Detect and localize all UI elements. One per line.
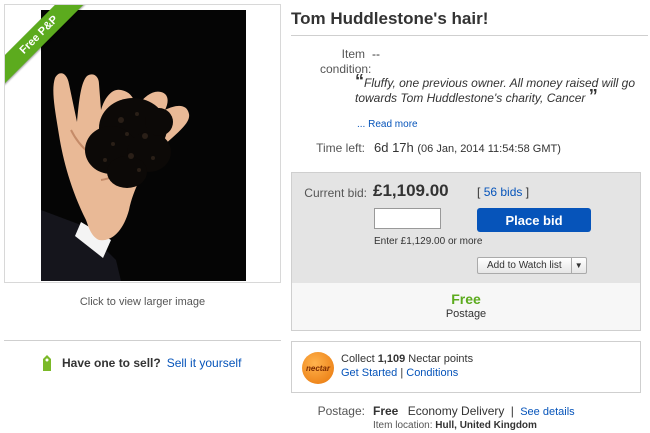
free-pp-badge: Free P&P bbox=[5, 5, 89, 85]
click-to-view-larger[interactable]: Click to view larger image bbox=[4, 296, 281, 308]
watch-list-label[interactable]: Add to Watch list bbox=[478, 258, 572, 273]
condition-value: -- bbox=[372, 47, 380, 61]
nectar-collect-prefix: Collect bbox=[341, 353, 375, 365]
current-bid-price: £1,109.00 bbox=[373, 181, 449, 200]
nectar-panel: nectar Collect 1,109 Nectar points Get S… bbox=[291, 341, 641, 393]
item-location: Item location: Hull, United Kingdom bbox=[373, 420, 537, 431]
nectar-collect-text: Collect 1,109 Nectar points bbox=[341, 353, 473, 365]
time-left-label: Time left: bbox=[316, 141, 365, 155]
nectar-collect-suffix: Nectar points bbox=[408, 353, 474, 365]
postage-separator: | bbox=[510, 404, 514, 418]
bid-count-open-bracket: [ bbox=[477, 185, 481, 199]
see-details-link[interactable]: See details bbox=[520, 406, 574, 418]
bid-panel-top: Current bid: £1,109.00 [ 56 bids ] Place… bbox=[292, 173, 640, 283]
postage-details: Free Economy Delivery | See details bbox=[373, 404, 575, 418]
sell-question: Have one to sell? bbox=[62, 356, 161, 370]
free-pp-ribbon: Free P&P bbox=[5, 5, 95, 95]
time-left-value: 6d 17h (06 Jan, 2014 11:54:58 GMT) bbox=[374, 140, 561, 155]
nectar-conditions-link[interactable]: Conditions bbox=[406, 367, 458, 379]
time-left-duration: 6d 17h bbox=[374, 140, 414, 155]
place-bid-button[interactable]: Place bid bbox=[477, 208, 591, 232]
bid-panel: Current bid: £1,109.00 [ 56 bids ] Place… bbox=[291, 172, 641, 331]
bid-count: [ 56 bids ] bbox=[477, 185, 529, 199]
nectar-logo-icon: nectar bbox=[302, 352, 334, 384]
postage-label: Postage: bbox=[317, 404, 365, 418]
sell-it-yourself-link[interactable]: Sell it yourself bbox=[167, 356, 242, 370]
item-location-value: Hull, United Kingdom bbox=[435, 420, 537, 431]
add-to-watch-list-button[interactable]: Add to Watch list ▼ bbox=[477, 257, 587, 274]
chevron-down-icon[interactable]: ▼ bbox=[572, 258, 586, 273]
postage-free: Free bbox=[373, 404, 399, 418]
item-description-quote: “Fluffy, one previous owner. All money r… bbox=[355, 72, 645, 106]
postage-free-label: Free bbox=[451, 291, 481, 307]
bid-count-close-bracket: ] bbox=[525, 185, 530, 199]
item-title: Tom Huddlestone's hair! bbox=[291, 9, 489, 28]
time-left-date: (06 Jan, 2014 11:54:58 GMT) bbox=[417, 143, 561, 155]
left-divider bbox=[4, 340, 281, 341]
nectar-link-separator: | bbox=[400, 367, 404, 379]
sell-prompt: Have one to sell? Sell it yourself bbox=[40, 354, 241, 372]
bid-amount-input[interactable] bbox=[374, 208, 441, 229]
nectar-points: 1,109 bbox=[377, 353, 406, 365]
price-tag-icon bbox=[43, 355, 51, 371]
close-quote-icon: ” bbox=[588, 86, 598, 106]
nectar-links: Get Started | Conditions bbox=[341, 367, 458, 379]
item-location-label: Item location: bbox=[373, 420, 433, 431]
title-divider bbox=[291, 35, 648, 36]
read-more-link[interactable]: ... Read more bbox=[357, 119, 418, 130]
item-photo-frame: Free P&P bbox=[4, 4, 281, 283]
open-quote-icon: “ bbox=[355, 71, 364, 91]
current-bid-label: Current bid: bbox=[304, 186, 367, 200]
nectar-get-started-link[interactable]: Get Started bbox=[341, 367, 397, 379]
postage-sub-label: Postage bbox=[445, 308, 487, 320]
postage-method: Economy Delivery bbox=[407, 404, 505, 418]
bid-minimum-hint: Enter £1,129.00 or more bbox=[374, 236, 483, 247]
bid-count-link[interactable]: 56 bids bbox=[484, 185, 523, 199]
